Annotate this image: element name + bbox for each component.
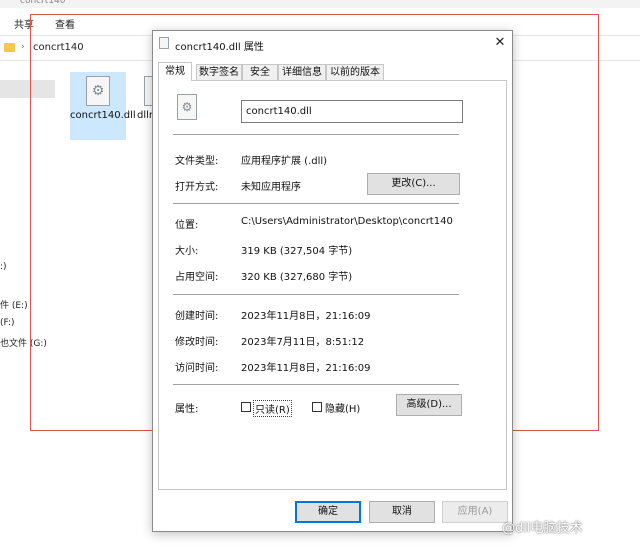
folder-icon — [4, 43, 15, 52]
readonly-checkbox[interactable] — [241, 402, 251, 412]
properties-dialog: concrt140.dll 属性 ✕ 常规 数字签名 安全 详细信息 以前的版本… — [152, 30, 513, 532]
created-value: 2023年11月8日，21:16:09 — [241, 311, 371, 322]
divider — [173, 294, 459, 295]
modified-value: 2023年7月11日，8:51:12 — [241, 337, 365, 348]
divider — [173, 203, 459, 204]
watermark: @dll电脑技术 — [502, 521, 583, 536]
apply-button[interactable]: 应用(A) — [442, 501, 508, 523]
close-icon[interactable]: ✕ — [491, 34, 509, 52]
chevron-right-icon[interactable]: › — [21, 42, 25, 52]
created-label: 创建时间: — [175, 311, 219, 322]
file-type-label: 文件类型: — [175, 156, 219, 167]
breadcrumb[interactable]: concrt140 — [33, 42, 84, 53]
readonly-label[interactable]: 只读(R) — [253, 400, 292, 417]
file-item-concrt140[interactable]: ⚙ concrt140.dll — [70, 72, 136, 140]
tab-general[interactable]: 常规 — [158, 62, 192, 81]
dialog-title: concrt140.dll 属性 — [175, 42, 264, 53]
file-name-input[interactable] — [241, 100, 463, 123]
location-label: 位置: — [175, 220, 199, 231]
ok-button[interactable]: 确定 — [295, 501, 361, 523]
hidden-checkbox[interactable] — [312, 402, 322, 412]
explorer-title: concrt140 — [20, 0, 66, 6]
file-type-value: 应用程序扩展 (.dll) — [241, 156, 328, 167]
size-on-disk-label: 占用空间: — [175, 272, 219, 283]
tab-security[interactable]: 安全 — [242, 64, 278, 81]
open-with-value: 未知应用程序 — [241, 182, 301, 193]
attributes-label: 属性: — [175, 404, 199, 415]
tab-previous-versions[interactable]: 以前的版本 — [326, 64, 384, 81]
nav-item-drive-d[interactable]: :) — [0, 262, 7, 272]
open-with-label: 打开方式: — [175, 182, 219, 193]
size-value: 319 KB (327,504 字节) — [241, 246, 353, 257]
nav-item-drive-g[interactable]: 也文件 (G:) — [0, 336, 47, 349]
nav-selected-item[interactable] — [0, 80, 55, 98]
cancel-button[interactable]: 取消 — [369, 501, 435, 523]
divider — [173, 134, 459, 135]
divider — [173, 384, 459, 385]
dialog-titlebar[interactable]: concrt140.dll 属性 ✕ — [153, 31, 512, 57]
nav-item-drive-e[interactable]: 件 (E:) — [0, 298, 28, 311]
modified-label: 修改时间: — [175, 337, 219, 348]
size-label: 大小: — [175, 246, 199, 257]
location-value: C:\Users\Administrator\Desktop\concrt140 — [241, 216, 453, 227]
change-button[interactable]: 更改(C)... — [367, 173, 460, 195]
tab-details[interactable]: 详细信息 — [278, 64, 326, 81]
explorer-title-strip: concrt140 — [0, 0, 640, 8]
advanced-button[interactable]: 高级(D)... — [396, 394, 462, 416]
ribbon-tab-share[interactable]: 共享 — [14, 16, 34, 31]
ribbon-tab-view[interactable]: 查看 — [55, 16, 75, 31]
size-on-disk-value: 320 KB (327,680 字节) — [241, 272, 353, 283]
hidden-label[interactable]: 隐藏(H) — [325, 400, 360, 415]
accessed-label: 访问时间: — [175, 363, 219, 374]
nav-item-drive-f[interactable]: (F:) — [0, 318, 15, 328]
dll-gear-icon: ⚙ — [177, 94, 197, 120]
dll-gear-icon: ⚙ — [86, 76, 110, 106]
general-tab-panel: ⚙ 文件类型: 应用程序扩展 (.dll) 打开方式: 未知应用程序 更改(C)… — [158, 80, 507, 490]
file-name: concrt140.dll — [70, 110, 136, 121]
accessed-value: 2023年11月8日，21:16:09 — [241, 363, 371, 374]
dll-file-icon — [159, 37, 169, 49]
tab-digital-signatures[interactable]: 数字签名 — [196, 64, 242, 81]
